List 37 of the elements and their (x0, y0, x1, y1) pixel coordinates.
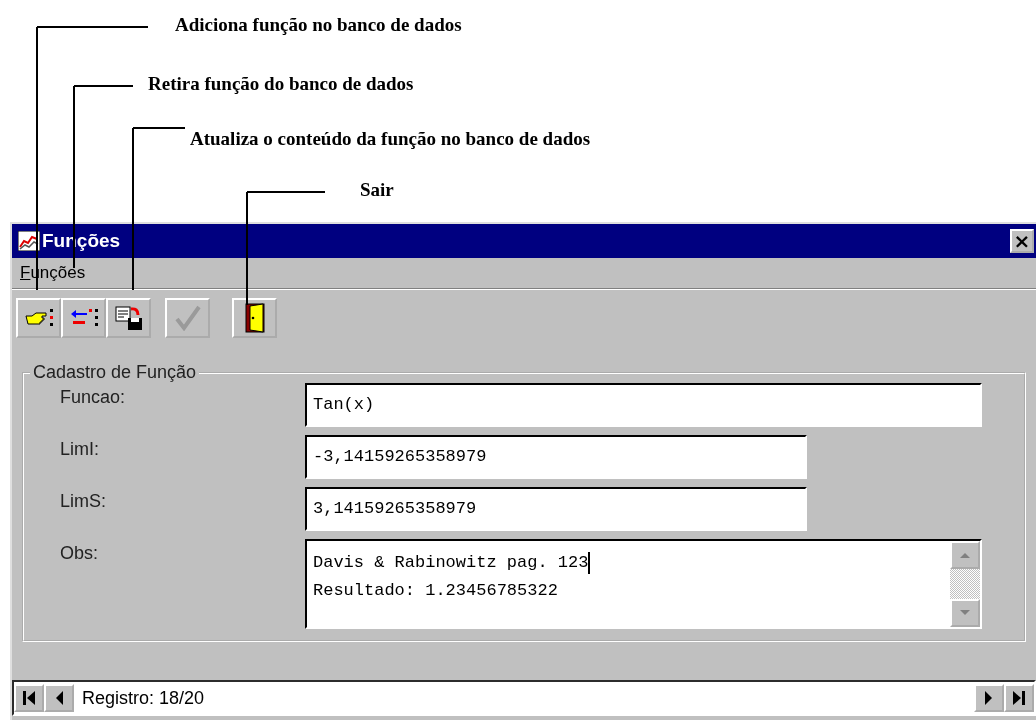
first-record-button[interactable] (14, 684, 44, 712)
update-button[interactable] (106, 298, 151, 338)
first-icon (22, 690, 36, 706)
text-field[interactable]: Tan(x) (305, 383, 982, 427)
window-title: Funções (42, 230, 122, 252)
field-label: LimS: (59, 490, 107, 512)
callout-label: Sair (360, 179, 394, 201)
up-arrow-icon (959, 551, 971, 559)
text-line: Resultado: 1.23456785322 (313, 580, 559, 602)
callout-label: Adiciona função no banco de dados (175, 14, 462, 36)
callout-label: Atualiza o conteúdo da função no banco de dados (190, 128, 591, 150)
next-icon (984, 690, 994, 706)
field-label: Funcao: (59, 386, 127, 408)
next-record-button[interactable] (974, 684, 1004, 712)
door-icon (244, 303, 265, 333)
last-record-button[interactable] (1004, 684, 1034, 712)
previous-record-button[interactable] (44, 684, 74, 712)
text-field[interactable]: 3,14159265358979 (305, 487, 807, 531)
previous-icon (54, 690, 64, 706)
group-title: Cadastro de Função (32, 362, 198, 383)
add-button[interactable] (16, 298, 61, 338)
scrollbar[interactable] (950, 541, 980, 627)
last-icon (1012, 690, 1026, 706)
chart-icon (18, 231, 40, 251)
exit-button[interactable] (232, 298, 277, 338)
check-icon (173, 305, 202, 331)
text-area[interactable]: Davis & Rabinowitz pag. 123 Resultado: 1.23456785322 (305, 539, 982, 629)
record-counter: Registro: 18/20 (81, 687, 206, 709)
text-line: Davis & Rabinowitz pag. 123 (313, 550, 592, 576)
down-arrow-icon (959, 609, 971, 617)
document-disk-icon (113, 305, 144, 331)
callout-label: Retira função do banco de dados (148, 73, 414, 95)
text-field[interactable]: -3,14159265358979 (305, 435, 807, 479)
remove-button[interactable] (61, 298, 106, 338)
field-label: LimI: (59, 438, 100, 460)
close-button[interactable]: × (1010, 229, 1034, 253)
field-label: Obs: (59, 542, 99, 564)
